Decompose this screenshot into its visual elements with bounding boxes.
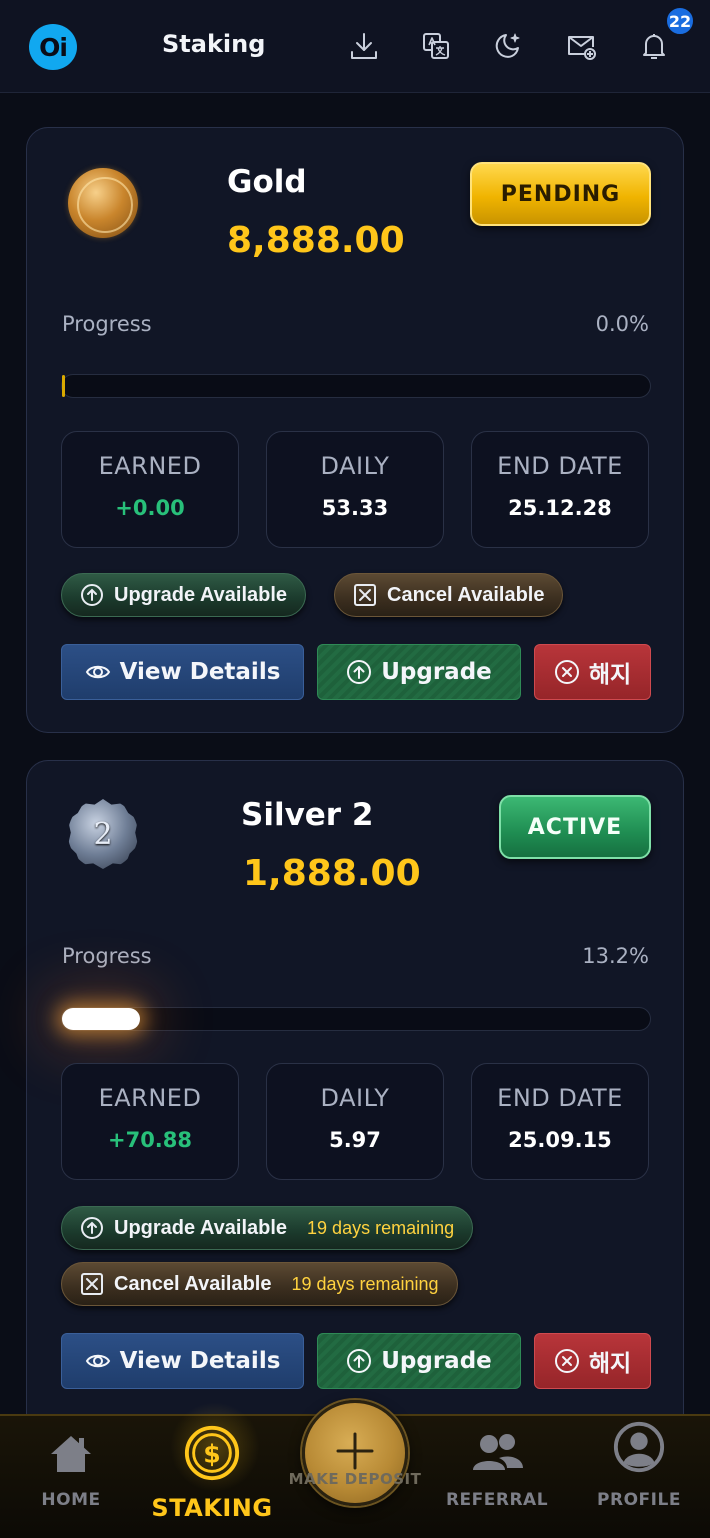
stake-card-silver-2: 2 Silver 2 1,888.00 ACTIVE Progress 13.2… — [26, 760, 684, 1416]
view-details-label: View Details — [119, 659, 281, 685]
app-header: Oi Staking 22 — [0, 0, 710, 93]
view-details-button[interactable]: View Details — [61, 1333, 304, 1389]
daily-label: DAILY — [320, 452, 390, 480]
progress-label: Progress — [62, 312, 152, 336]
end-date-value: 25.12.28 — [508, 496, 612, 520]
daily-value: 5.97 — [329, 1128, 381, 1152]
eye-icon — [85, 1348, 111, 1374]
upgrade-button[interactable]: Upgrade — [317, 1333, 521, 1389]
progress-percent: 13.2% — [582, 944, 649, 968]
download-icon[interactable] — [346, 28, 382, 64]
notification-badge: 22 — [665, 6, 695, 36]
earned-label: EARNED — [98, 452, 202, 480]
arrow-up-circle-icon — [346, 1348, 372, 1374]
nav-home[interactable]: HOME — [6, 1416, 136, 1538]
daily-stat: DAILY 5.97 — [266, 1063, 444, 1180]
nav-profile-label: PROFILE — [597, 1490, 681, 1510]
upgrade-button[interactable]: Upgrade — [317, 644, 521, 700]
close-circle-icon — [554, 1348, 580, 1374]
terminate-button[interactable]: 해지 — [534, 1333, 651, 1389]
close-box-icon — [80, 1272, 104, 1296]
make-deposit-button[interactable] — [302, 1400, 408, 1506]
users-icon — [432, 1430, 562, 1482]
nav-home-label: HOME — [41, 1490, 101, 1510]
nav-staking-label: STAKING — [151, 1494, 273, 1522]
cancel-available-pill: Cancel Available — [334, 573, 564, 617]
earned-stat: EARNED +70.88 — [61, 1063, 239, 1180]
upgrade-remaining: 19 days remaining — [307, 1217, 455, 1238]
arrow-up-circle-icon — [80, 583, 104, 607]
cancel-available-label: Cancel Available — [114, 1272, 272, 1295]
earned-value: +0.00 — [115, 496, 185, 520]
make-deposit-label: MAKE DEPOSIT — [288, 1470, 422, 1488]
svg-text:$: $ — [203, 1440, 220, 1469]
stake-card-gold: Gold 8,888.00 PENDING Progress 0.0% EARN… — [26, 127, 684, 733]
progress-bar — [61, 1007, 651, 1031]
cancel-available-label: Cancel Available — [387, 583, 545, 606]
progress-percent: 0.0% — [595, 312, 649, 336]
page-title: Staking — [162, 30, 266, 58]
plan-name: Gold — [227, 164, 307, 200]
upgrade-label: Upgrade — [381, 659, 492, 685]
progress-fill — [62, 375, 65, 397]
close-circle-icon — [554, 659, 580, 685]
translate-icon[interactable] — [418, 28, 454, 64]
end-date-value: 25.09.15 — [508, 1128, 612, 1152]
terminate-label: 해지 — [588, 662, 632, 688]
terminate-button[interactable]: 해지 — [534, 644, 651, 700]
progress-label: Progress — [62, 944, 152, 968]
end-date-label: END DATE — [497, 452, 623, 480]
logo[interactable]: Oi — [29, 24, 77, 70]
view-details-button[interactable]: View Details — [61, 644, 304, 700]
progress-fill — [62, 1008, 140, 1030]
upgrade-available-label: Upgrade Available — [114, 1216, 288, 1239]
upgrade-available-pill: Upgrade Available 19 days remaining — [61, 1206, 474, 1250]
nav-referral[interactable]: REFERRAL — [432, 1416, 562, 1538]
nav-referral-label: REFERRAL — [445, 1490, 549, 1510]
dollar-coin-icon: $ — [147, 1424, 277, 1481]
status-badge: PENDING — [470, 162, 651, 226]
upgrade-available-pill: Upgrade Available — [61, 573, 307, 617]
upgrade-available-label: Upgrade Available — [114, 583, 288, 606]
end-date-stat: END DATE 25.12.28 — [471, 431, 649, 548]
earned-label: EARNED — [98, 1084, 202, 1112]
daily-label: DAILY — [320, 1084, 390, 1112]
arrow-up-circle-icon — [80, 1216, 104, 1240]
nav-profile[interactable]: PROFILE — [574, 1416, 704, 1538]
silver-medal-icon: 2 — [68, 799, 138, 869]
mail-add-icon[interactable] — [563, 28, 599, 64]
bell-icon[interactable] — [636, 28, 672, 64]
eye-icon — [85, 659, 111, 685]
gold-medal-icon — [68, 168, 138, 238]
daily-stat: DAILY 53.33 — [266, 431, 444, 548]
status-badge: ACTIVE — [499, 795, 651, 859]
nav-staking[interactable]: $ STAKING — [147, 1416, 277, 1538]
plan-amount: 1,888.00 — [243, 853, 421, 894]
upgrade-label: Upgrade — [381, 1348, 492, 1374]
earned-value: +70.88 — [107, 1128, 193, 1152]
plan-name: Silver 2 — [241, 797, 374, 833]
view-details-label: View Details — [119, 1348, 281, 1374]
end-date-stat: END DATE 25.09.15 — [471, 1063, 649, 1180]
progress-bar — [61, 374, 651, 398]
cancel-remaining: 19 days remaining — [291, 1273, 439, 1294]
daily-value: 53.33 — [321, 496, 389, 520]
end-date-label: END DATE — [497, 1084, 623, 1112]
arrow-up-circle-icon — [346, 659, 372, 685]
terminate-label: 해지 — [588, 1351, 632, 1377]
home-icon — [6, 1430, 136, 1482]
profile-icon — [574, 1420, 704, 1473]
plan-amount: 8,888.00 — [227, 220, 405, 261]
dark-mode-icon[interactable] — [490, 28, 526, 64]
earned-stat: EARNED +0.00 — [61, 431, 239, 548]
cancel-available-pill: Cancel Available 19 days remaining — [61, 1262, 458, 1306]
close-box-icon — [353, 583, 377, 607]
